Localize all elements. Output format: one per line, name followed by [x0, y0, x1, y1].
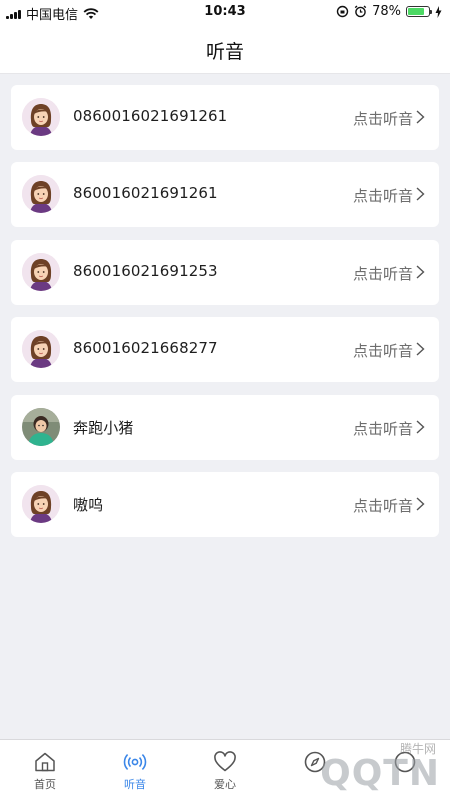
device-list: 0860016021691261 点击听音 860016021691261 点击… — [11, 85, 439, 549]
listen-action-label[interactable]: 点击听音 — [353, 495, 413, 516]
chevron-right-icon — [416, 342, 425, 356]
listen-action-label[interactable]: 点击听音 — [353, 185, 413, 206]
alarm-icon — [354, 5, 367, 18]
device-card[interactable]: 860016021668277 点击听音 — [11, 317, 439, 383]
girl-avatar-icon — [22, 330, 60, 369]
device-card[interactable]: 860016021691261 点击听音 — [11, 162, 439, 228]
battery-percent: 78% — [372, 4, 401, 19]
chevron-right-icon — [416, 110, 425, 124]
listen-action-label[interactable]: 点击听音 — [353, 263, 413, 284]
girl-avatar-icon — [22, 98, 60, 136]
device-name: 860016021691261 — [73, 184, 218, 203]
navigation-bar: 听音 — [0, 24, 450, 74]
broadcast-icon — [123, 754, 147, 770]
watermark-big-text: QQTN — [320, 753, 440, 794]
heart-icon — [214, 751, 236, 772]
device-card[interactable]: 0860016021691261 点击听音 — [11, 85, 439, 150]
listen-action-label[interactable]: 点击听音 — [353, 418, 413, 439]
girl-avatar-icon — [22, 175, 60, 214]
device-name: 860016021668277 — [73, 339, 218, 358]
tab-listen[interactable]: 听音 — [90, 740, 180, 800]
device-card[interactable]: 奔跑小猪 点击听音 — [11, 394, 439, 460]
girl-avatar-icon — [22, 484, 60, 523]
chevron-right-icon — [416, 497, 425, 511]
device-name: 860016021691253 — [73, 261, 218, 280]
chevron-right-icon — [416, 187, 425, 201]
listen-action-label[interactable]: 点击听音 — [353, 108, 413, 129]
rotation-lock-icon — [336, 5, 349, 18]
tab-home[interactable]: 首页 — [0, 740, 90, 800]
status-bar: 中国电信 10:43 78% — [0, 0, 450, 24]
chevron-right-icon — [416, 265, 425, 279]
watermark-logo: 腾牛网 QQTN — [236, 734, 446, 798]
device-card[interactable]: 860016021691253 点击听音 — [11, 239, 439, 305]
charging-icon — [435, 5, 442, 18]
device-name: 0860016021691261 — [73, 107, 228, 125]
tab-bar: 首页 听音 爱心 腾牛网 QQTN — [0, 739, 450, 800]
listen-action-label[interactable]: 点击听音 — [353, 340, 413, 361]
device-name: 奔跑小猪 — [73, 418, 134, 437]
device-card[interactable]: 嗷呜 点击听音 — [11, 471, 439, 537]
chevron-right-icon — [416, 420, 425, 434]
tab-label: 听音 — [124, 778, 146, 791]
battery-icon — [406, 6, 432, 17]
page-title: 听音 — [205, 41, 244, 63]
tab-label: 首页 — [34, 778, 56, 791]
child-photo-avatar — [22, 407, 60, 446]
girl-avatar-icon — [22, 252, 60, 291]
home-icon — [35, 752, 55, 772]
device-name: 嗷呜 — [73, 495, 104, 514]
